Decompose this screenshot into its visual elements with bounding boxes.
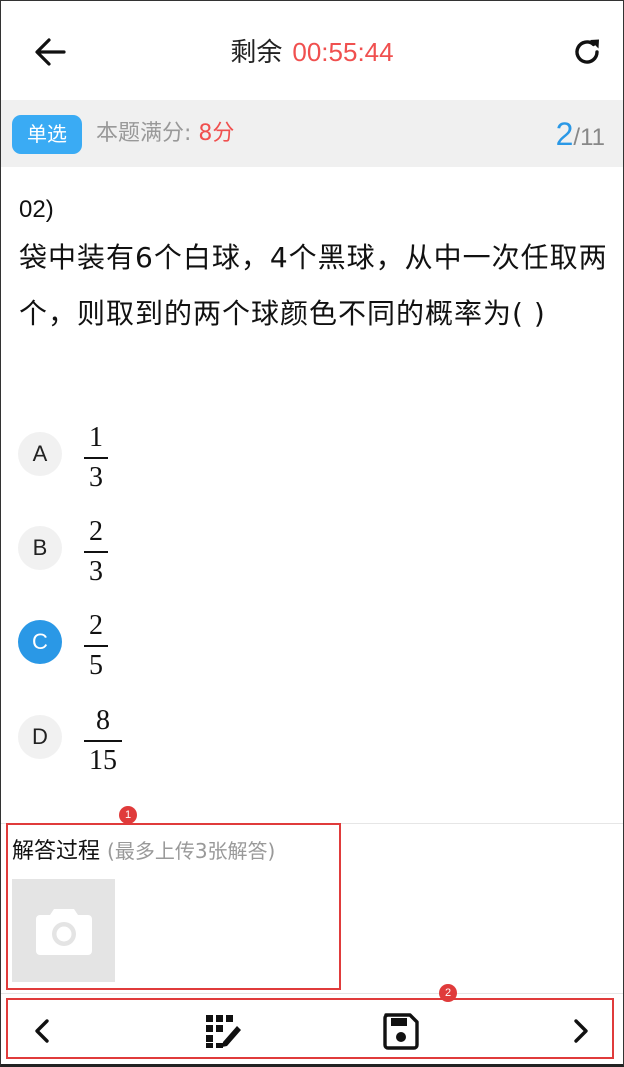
option-a-numerator: 1	[89, 422, 103, 453]
option-d-letter: D	[18, 715, 62, 759]
fraction-bar	[84, 645, 108, 647]
option-d-denominator: 15	[89, 745, 117, 776]
option-b[interactable]: B 2 3	[18, 515, 218, 595]
highlight-box-toolbar	[6, 998, 614, 1059]
option-c-denominator: 5	[89, 650, 103, 681]
option-d-numerator: 8	[96, 705, 110, 736]
fraction-bar	[84, 551, 108, 553]
question-progress: 2/11	[556, 114, 605, 158]
option-b-letter: B	[18, 526, 62, 570]
refresh-button[interactable]	[566, 32, 608, 72]
question-info-bar: 单选 本题满分: 8分 2/11	[1, 100, 623, 167]
annotation-marker-1: 1	[119, 806, 137, 824]
refresh-icon	[575, 39, 599, 64]
option-c[interactable]: C 2 5	[18, 609, 218, 689]
toolbar-divider	[1, 993, 623, 994]
option-b-denominator: 3	[89, 556, 103, 587]
annotation-marker-2: 2	[439, 984, 457, 1002]
option-d[interactable]: D 8 15	[18, 704, 218, 784]
question-number: 02)	[19, 196, 54, 223]
highlight-box-answer	[6, 823, 341, 990]
option-a-denominator: 3	[89, 462, 103, 493]
score-value: 8分	[198, 121, 235, 146]
score-info: 本题满分: 8分	[96, 117, 234, 151]
option-c-numerator: 2	[89, 610, 103, 641]
score-label: 本题满分:	[96, 121, 192, 146]
option-a[interactable]: A 1 3	[18, 421, 218, 501]
fraction-bar	[84, 740, 122, 742]
option-b-fraction: 2 3	[84, 515, 108, 589]
option-a-letter: A	[18, 432, 62, 476]
question-type-badge: 单选	[12, 115, 82, 154]
question-text: 袋中装有6个白球，4个黑球，从中一次任取两个，则取到的两个球颜色不同的概率为( …	[19, 241, 608, 330]
timer-value: 00:55:44	[292, 37, 394, 67]
timer-label: 剩余	[230, 38, 283, 68]
progress-total: /11	[573, 124, 605, 151]
progress-current: 2	[555, 116, 574, 152]
option-c-fraction: 2 5	[84, 609, 108, 683]
option-d-fraction: 8 15	[84, 704, 122, 778]
option-b-numerator: 2	[89, 516, 103, 547]
option-a-fraction: 1 3	[84, 421, 108, 495]
countdown-timer: 剩余 00:55:44	[0, 34, 624, 71]
option-c-letter: C	[18, 620, 62, 664]
fraction-bar	[84, 457, 108, 459]
header: 剩余 00:55:44	[0, 0, 624, 100]
